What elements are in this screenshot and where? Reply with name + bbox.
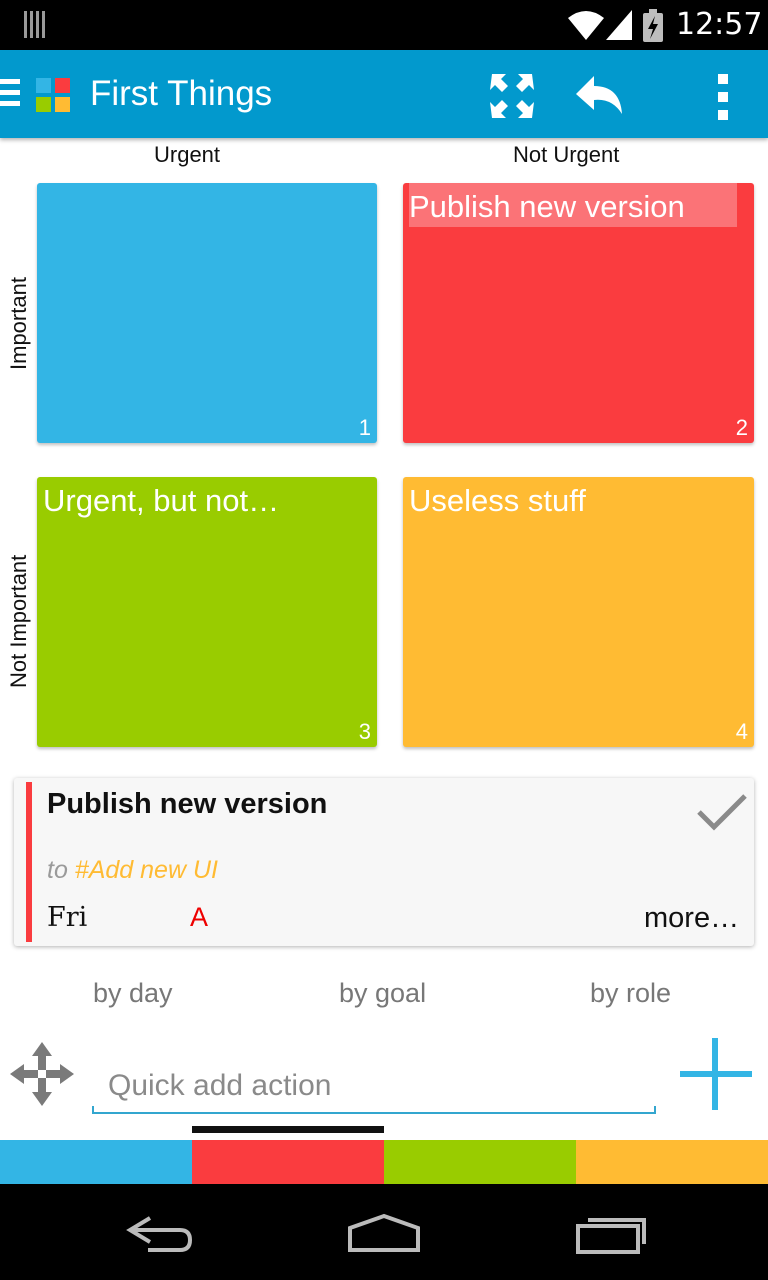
quadrant-number: 1 (358, 415, 371, 440)
back-icon[interactable] (120, 1204, 200, 1260)
column-label-not-urgent: Not Urgent (513, 142, 620, 167)
battery-icon (643, 9, 663, 42)
row-label-important: Important (6, 277, 31, 370)
quadrant-number: 2 (735, 415, 748, 440)
status-bar: 12:57 (0, 0, 768, 50)
task-title: Publish new version (47, 788, 328, 820)
undo-icon[interactable] (572, 68, 628, 124)
quadrant-task-title[interactable]: Publish new version (409, 189, 685, 225)
priority-stripe (26, 782, 32, 942)
quadrant-2[interactable]: Publish new version 2 (403, 183, 754, 443)
quadrant-1[interactable]: 1 (37, 183, 377, 443)
drawer-menu-icon[interactable] (0, 79, 20, 107)
wifi-icon (568, 11, 604, 40)
task-priority: A (190, 902, 209, 932)
selected-quadrant-indicator (192, 1126, 384, 1133)
notification-icon (24, 11, 48, 38)
app-logo-icon[interactable] (36, 78, 70, 112)
quadrant-number: 4 (735, 719, 748, 744)
plus-icon[interactable] (678, 1036, 754, 1112)
check-icon[interactable] (696, 792, 748, 832)
quadrant-4[interactable]: Useless stuff 4 (403, 477, 754, 747)
task-detail-card[interactable]: Publish new version to #Add new UI Fri A… (14, 778, 754, 946)
quadrant-3[interactable]: Urgent, but not… 3 (37, 477, 377, 747)
goal-link[interactable]: #Add new UI (75, 856, 218, 884)
home-icon[interactable] (344, 1204, 424, 1260)
quadrant-tab-2[interactable] (192, 1140, 384, 1184)
tab-by-role[interactable]: by role (590, 978, 671, 1009)
quadrant-task-title[interactable]: Useless stuff (409, 483, 586, 519)
expand-icon[interactable] (484, 68, 540, 124)
quadrant-number: 3 (358, 719, 371, 744)
more-button[interactable]: more… (644, 902, 739, 935)
tab-by-goal[interactable]: by goal (339, 978, 426, 1009)
overflow-menu-icon[interactable] (696, 68, 752, 124)
signal-icon (606, 10, 632, 40)
action-bar: First Things (0, 50, 768, 138)
quadrant-tab-1[interactable] (0, 1140, 192, 1184)
goal-prefix: to (47, 856, 68, 884)
row-label-not-important: Not Important (6, 554, 31, 688)
app-title: First Things (90, 74, 273, 113)
system-nav-bar (0, 1184, 768, 1280)
column-label-urgent: Urgent (154, 142, 221, 167)
move-icon[interactable] (8, 1040, 76, 1108)
quadrant-tab-3[interactable] (384, 1140, 576, 1184)
task-day: Fri (47, 902, 88, 933)
input-edge (654, 1106, 656, 1114)
clock: 12:57 (676, 7, 763, 42)
tab-by-day[interactable]: by day (93, 978, 173, 1009)
quadrant-task-title[interactable]: Urgent, but not… (43, 483, 279, 519)
quadrant-tab-4[interactable] (576, 1140, 768, 1184)
task-goal-line: to #Add new UI (47, 856, 218, 885)
input-edge (92, 1106, 94, 1114)
quick-add-input[interactable] (92, 1060, 656, 1114)
recent-apps-icon[interactable] (572, 1204, 652, 1260)
